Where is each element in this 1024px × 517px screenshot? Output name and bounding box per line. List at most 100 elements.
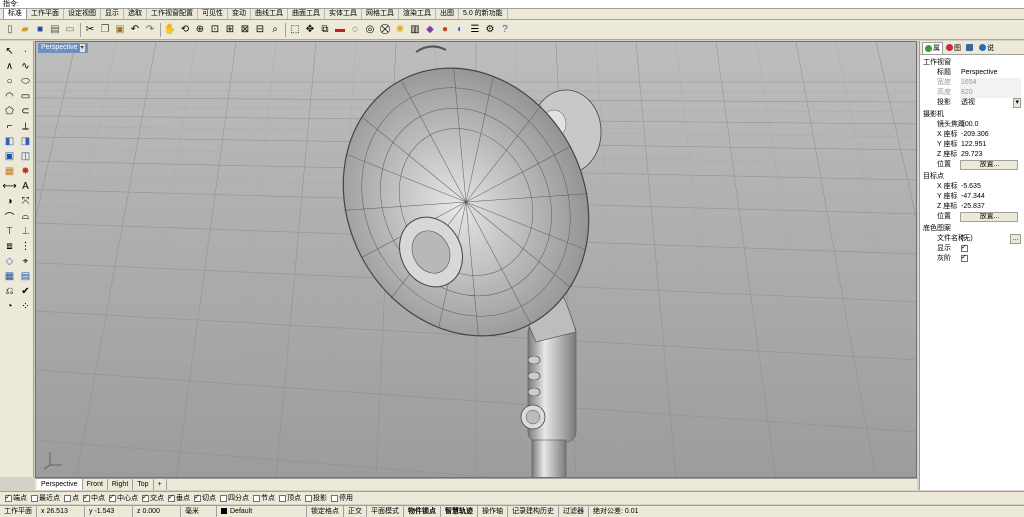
dimension-icon[interactable]: ⟷ bbox=[2, 179, 17, 193]
tab-render-tools[interactable]: 渲染工具 bbox=[399, 9, 436, 19]
osnap-mid-checkbox[interactable] bbox=[83, 493, 90, 502]
osnap-perp-checkbox[interactable] bbox=[168, 493, 175, 502]
cut-icon[interactable]: ✂ bbox=[83, 23, 97, 37]
status-smarttrack[interactable]: 智慧轨迹 bbox=[441, 506, 478, 517]
tab-solid-tools[interactable]: 实体工具 bbox=[325, 9, 362, 19]
tab-front[interactable]: Front bbox=[83, 479, 108, 490]
ellipse-icon[interactable]: ⬭ bbox=[18, 74, 33, 88]
polygon-icon[interactable]: ⬠ bbox=[2, 104, 17, 118]
pan-hand-icon[interactable]: ✋ bbox=[163, 23, 177, 37]
status-history[interactable]: 记录建构历史 bbox=[508, 506, 559, 517]
analyze-icon[interactable]: ⌖ bbox=[18, 254, 33, 268]
osnap-vertex-checkbox[interactable] bbox=[279, 494, 286, 502]
osnap-disable[interactable]: 停用 bbox=[331, 493, 353, 503]
select-all-icon[interactable]: ⬚ bbox=[288, 23, 302, 37]
tab-help-panel[interactable]: 说 bbox=[977, 42, 996, 54]
tab-display[interactable]: 显示 bbox=[101, 9, 124, 19]
paste-icon[interactable]: ▣ bbox=[113, 23, 127, 37]
tab-mesh-tools[interactable]: 网格工具 bbox=[362, 9, 399, 19]
zoom-extents-icon[interactable]: ⊞ bbox=[223, 23, 237, 37]
osnap-knot-checkbox[interactable] bbox=[253, 494, 260, 502]
osnap-disable-checkbox[interactable] bbox=[331, 494, 338, 502]
layer-icon[interactable]: ▥ bbox=[408, 23, 422, 37]
array-icon[interactable]: ⋮ bbox=[18, 239, 33, 253]
surface-edit-icon[interactable]: ◨ bbox=[18, 134, 33, 148]
osnap-point-checkbox[interactable] bbox=[64, 494, 71, 502]
circle-icon[interactable]: ○ bbox=[2, 74, 17, 88]
osnap-near-checkbox[interactable] bbox=[31, 494, 38, 502]
osnap-end-checkbox[interactable] bbox=[5, 493, 12, 502]
zoom-window-icon[interactable]: ⊡ bbox=[208, 23, 222, 37]
status-cplane[interactable]: 工作平面 bbox=[0, 506, 37, 517]
osnap-project[interactable]: 投影 bbox=[305, 493, 327, 503]
select-arrow-icon[interactable]: ↖ bbox=[2, 44, 17, 58]
zoom-selected-icon[interactable]: ⊠ bbox=[238, 23, 252, 37]
split-icon[interactable]: ⊥ bbox=[18, 224, 33, 238]
osnap-quad[interactable]: 四分点 bbox=[220, 493, 249, 503]
tab-new-in-v5[interactable]: 5.0 的新功能 bbox=[459, 9, 508, 19]
osnap-near[interactable]: 最近点 bbox=[31, 493, 60, 503]
fillet-curve-icon[interactable]: ⌐ bbox=[2, 119, 17, 133]
osnap-vertex[interactable]: 顶点 bbox=[279, 493, 301, 503]
camera-place-button[interactable]: 放置... bbox=[960, 160, 1018, 170]
solid-edit-icon[interactable]: ◫ bbox=[18, 149, 33, 163]
osnap-center-checkbox[interactable] bbox=[109, 493, 116, 502]
status-grid-snap[interactable]: 锁定格点 bbox=[307, 506, 344, 517]
osnap-tan-checkbox[interactable] bbox=[194, 493, 201, 502]
properties-icon[interactable]: ☰ bbox=[468, 23, 482, 37]
material-icon[interactable]: ◆ bbox=[423, 23, 437, 37]
osnap-quad-checkbox[interactable] bbox=[220, 494, 227, 502]
target-x-field[interactable]: -5.635 bbox=[960, 182, 1021, 192]
edit-points-icon[interactable]: ⁘ bbox=[18, 299, 33, 313]
surface-icon[interactable]: ◧ bbox=[2, 134, 17, 148]
status-ortho[interactable]: 正交 bbox=[344, 506, 367, 517]
tab-curve-tools[interactable]: 曲线工具 bbox=[251, 9, 288, 19]
camera-x-field[interactable]: -209.306 bbox=[960, 130, 1021, 140]
target-place-button[interactable]: 放置... bbox=[960, 212, 1018, 222]
tab-select[interactable]: 选取 bbox=[124, 9, 147, 19]
zoom-all-icon[interactable]: ⊟ bbox=[253, 23, 267, 37]
move-icon[interactable]: ✥ bbox=[303, 23, 317, 37]
tab-cplanes[interactable]: 工作平面 bbox=[27, 9, 64, 19]
new-file-icon[interactable]: ▯ bbox=[3, 23, 17, 37]
tab-transform[interactable]: 变动 bbox=[228, 9, 251, 19]
boolean-icon[interactable]: ◑ bbox=[2, 194, 17, 208]
osnap-center[interactable]: 中心点 bbox=[109, 493, 138, 503]
status-layer[interactable]: Default bbox=[217, 506, 307, 517]
lens-field[interactable]: 100.0 bbox=[960, 120, 1021, 130]
copy-object-icon[interactable]: ⧉ bbox=[318, 23, 332, 37]
extend-icon[interactable]: ⟂ bbox=[18, 119, 33, 133]
mesh-icon[interactable]: ▦ bbox=[2, 164, 17, 178]
zoom-icon[interactable]: ⊕ bbox=[193, 23, 207, 37]
import-icon[interactable]: ▭ bbox=[63, 23, 77, 37]
open-folder-icon[interactable]: ▰ bbox=[18, 23, 32, 37]
tab-surface-tools[interactable]: 曲面工具 bbox=[288, 9, 325, 19]
lock-icon[interactable]: ⛒ bbox=[378, 23, 392, 37]
group-icon[interactable]: ⧈ bbox=[2, 239, 17, 253]
render-sphere-icon[interactable]: ● bbox=[438, 23, 452, 37]
curve-icon[interactable]: ∿ bbox=[18, 59, 33, 73]
light-bulb-icon[interactable]: ✺ bbox=[393, 23, 407, 37]
transform-icon[interactable]: ⤧ bbox=[18, 194, 33, 208]
render-icon[interactable]: ✸ bbox=[18, 164, 33, 178]
status-gumball[interactable]: 操作轴 bbox=[478, 506, 508, 517]
grayscale-checkbox[interactable] bbox=[961, 254, 968, 263]
explode-icon[interactable]: ⌓ bbox=[18, 209, 33, 223]
text-icon[interactable]: A bbox=[18, 179, 33, 193]
box-icon[interactable]: ▣ bbox=[2, 149, 17, 163]
color-wheel-icon[interactable]: ◐ bbox=[453, 23, 467, 37]
pipe-icon[interactable]: ◔ bbox=[2, 299, 17, 313]
command-line[interactable]: 指令: bbox=[0, 0, 1024, 9]
tab-set-view[interactable]: 设定视图 bbox=[64, 9, 101, 19]
help-icon[interactable]: ? bbox=[498, 23, 512, 37]
tab-standard[interactable]: 标准 bbox=[3, 9, 27, 19]
print-icon[interactable]: ▤ bbox=[48, 23, 62, 37]
osnap-knot[interactable]: 节点 bbox=[253, 493, 275, 503]
red-car-icon[interactable]: ▬ bbox=[333, 23, 347, 37]
options-gear-icon[interactable]: ⚙ bbox=[483, 23, 497, 37]
redo-icon[interactable]: ↷ bbox=[143, 23, 157, 37]
perspective-viewport[interactable]: Perspective ▾ bbox=[35, 41, 917, 478]
filename-field[interactable]: (无)… bbox=[960, 234, 1021, 244]
tab-perspective[interactable]: Perspective bbox=[37, 479, 83, 490]
osnap-tan[interactable]: 切点 bbox=[194, 493, 216, 503]
